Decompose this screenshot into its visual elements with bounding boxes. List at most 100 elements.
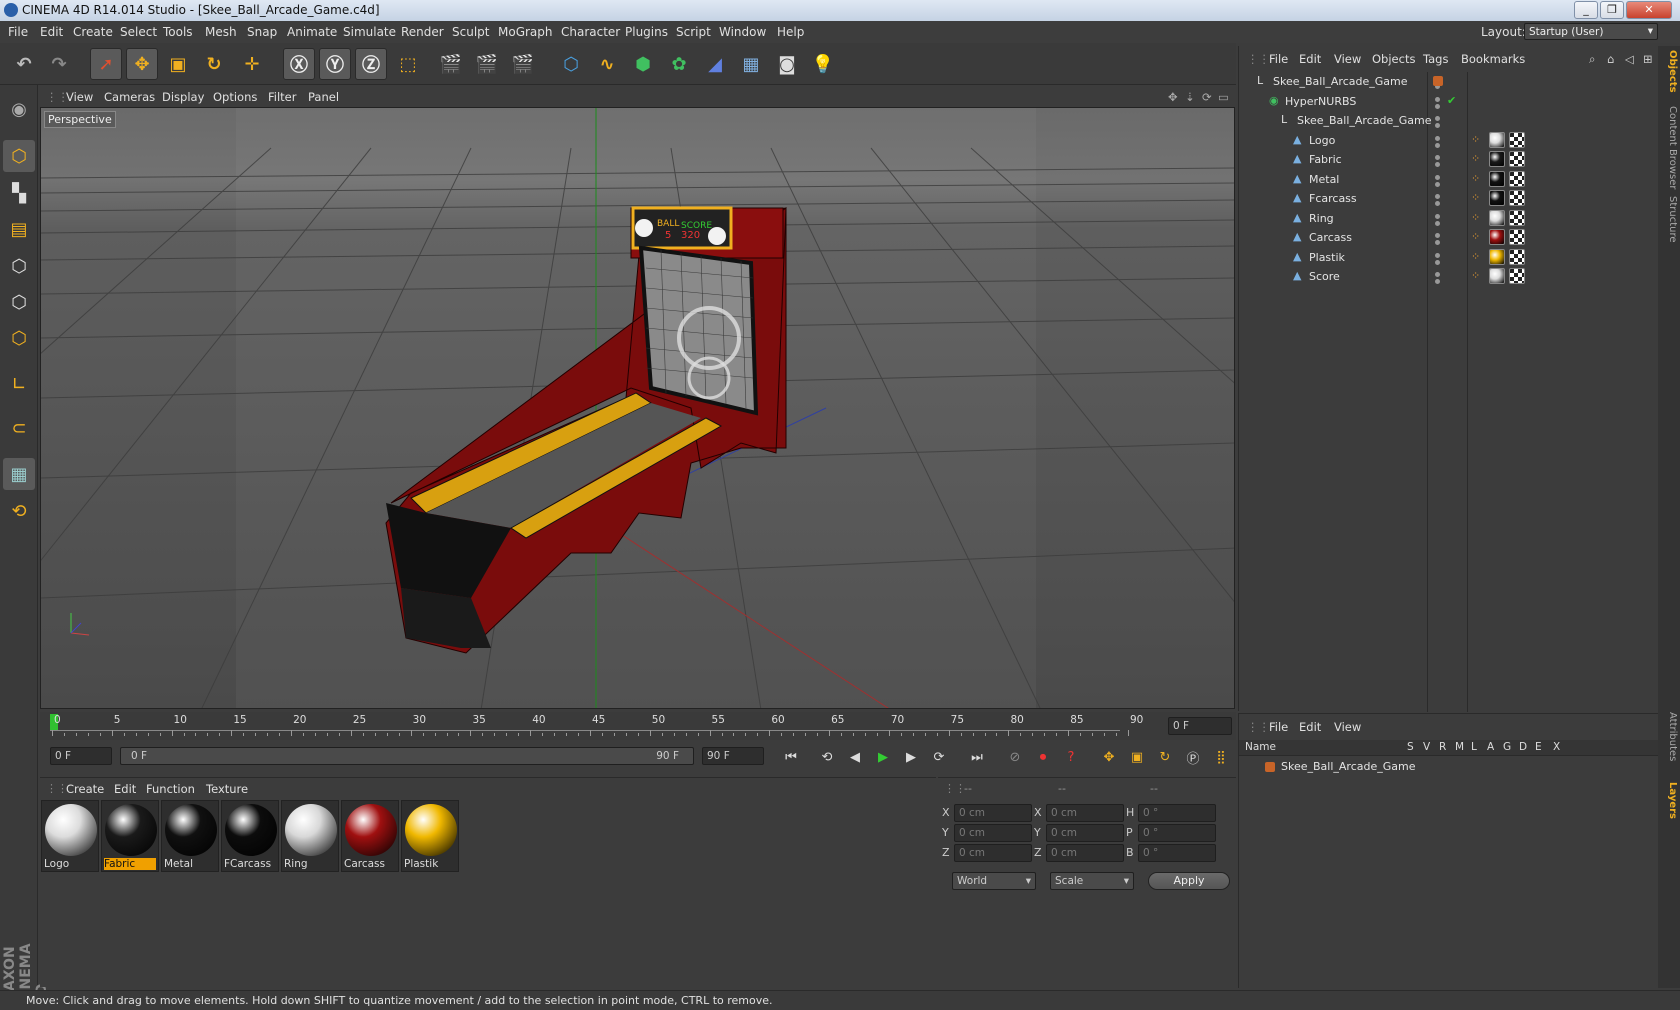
floor-icon[interactable]: ▦ <box>735 48 767 80</box>
viewport-menu-display[interactable]: Display <box>162 90 204 104</box>
uvw-tag-icon[interactable] <box>1509 248 1525 265</box>
uvw-tag-icon[interactable] <box>1509 190 1525 206</box>
key-rotation-icon[interactable]: ↻ <box>1154 746 1176 768</box>
layer-menu-edit[interactable]: Edit <box>1299 720 1321 734</box>
object-menu-tags[interactable]: Tags <box>1423 52 1448 66</box>
material-tag-icon[interactable] <box>1489 248 1505 265</box>
previous-frame-icon[interactable]: ◀ <box>844 746 866 768</box>
visibility-dot-render[interactable] <box>1435 240 1440 245</box>
axis-mode-icon[interactable]: ∟ <box>3 368 35 400</box>
coordinate-system-icon[interactable]: ⬚ <box>392 48 424 80</box>
coord-value-field[interactable]: 0 cm <box>1046 824 1124 842</box>
tab-objects[interactable]: Objects <box>1660 50 1678 93</box>
layer-column-header[interactable]: M <box>1455 741 1464 753</box>
visibility-dot-editor[interactable] <box>1435 252 1440 258</box>
visibility-dot-render[interactable] <box>1435 181 1440 187</box>
phong-tag-icon[interactable]: ⁘ <box>1471 172 1480 185</box>
coord-value-field[interactable]: 0 ° <box>1138 844 1216 862</box>
layout-select[interactable]: Startup (User) ▾ <box>1524 23 1658 40</box>
visibility-dot-editor[interactable] <box>1435 116 1440 121</box>
tab-attributes[interactable]: Attributes <box>1660 712 1678 761</box>
layer-column-header[interactable]: G <box>1503 741 1511 753</box>
coord-value-field[interactable]: 0 cm <box>954 804 1032 822</box>
object-row[interactable]: L Skee_Ball_Arcade_Game <box>1239 72 1659 92</box>
visibility-dot-editor[interactable] <box>1435 96 1440 102</box>
z-axis-icon[interactable]: Ⓩ <box>355 48 387 80</box>
object-menu-edit[interactable]: Edit <box>1299 52 1321 66</box>
autokeying-icon[interactable]: ⏺ <box>1032 746 1054 768</box>
rotate-icon[interactable]: ↻ <box>198 48 230 80</box>
menu-mograph[interactable]: MoGraph <box>498 25 553 39</box>
coord-value-field[interactable]: 0 ° <box>1138 824 1216 842</box>
phong-tag-icon[interactable]: ⁘ <box>1471 133 1480 146</box>
coord-value-field[interactable]: 0 ° <box>1138 804 1216 822</box>
phong-tag-icon[interactable]: ⁘ <box>1471 230 1480 243</box>
points-mode-icon[interactable]: ⬡ <box>3 250 35 282</box>
menu-help[interactable]: Help <box>777 25 804 39</box>
live-select-icon[interactable]: ➚ <box>90 48 122 80</box>
end-frame-field[interactable]: 90 F <box>702 747 764 765</box>
viewport-rotate-icon[interactable]: ⟳ <box>1202 90 1212 104</box>
material-tag-icon[interactable] <box>1489 209 1505 226</box>
visibility-dot-render[interactable] <box>1435 103 1440 109</box>
deformer-icon[interactable]: ◢ <box>699 48 731 80</box>
planar-workplane-icon[interactable]: ⟲ <box>3 495 35 527</box>
light-icon[interactable]: 💡 <box>807 48 839 80</box>
visibility-dot-render[interactable] <box>1435 220 1440 226</box>
phong-tag-icon[interactable]: ⁘ <box>1471 250 1480 263</box>
material-tag-icon[interactable] <box>1489 229 1505 245</box>
uvw-tag-icon[interactable] <box>1509 209 1525 226</box>
object-row[interactable]: ▲ Metal ⁘ <box>1239 170 1659 190</box>
material-menu-texture[interactable]: Texture <box>206 782 248 796</box>
render-view-icon[interactable]: 🎬 <box>435 48 467 80</box>
viewport-maximize-icon[interactable]: ▭ <box>1218 90 1229 104</box>
material-tag-icon[interactable] <box>1489 190 1505 206</box>
tab-layers[interactable]: Layers <box>1660 782 1678 819</box>
object-row[interactable]: ▲ Score ⁘ <box>1239 267 1659 287</box>
menu-tools[interactable]: Tools <box>163 25 193 39</box>
material-tag-icon[interactable] <box>1489 170 1505 187</box>
material-tag-icon[interactable] <box>1489 131 1505 148</box>
uvw-tag-icon[interactable] <box>1509 131 1525 148</box>
visibility-dot-editor[interactable] <box>1435 213 1440 219</box>
material-swatch[interactable]: Logo <box>41 800 99 872</box>
material-swatch[interactable]: Ring <box>281 800 339 872</box>
layer-column-header[interactable]: Name <box>1245 741 1276 753</box>
visibility-dot-editor[interactable] <box>1435 174 1440 180</box>
material-menu-edit[interactable]: Edit <box>114 782 136 796</box>
frame-range-slider[interactable]: 0 F 90 F <box>120 747 694 765</box>
visibility-dot-editor[interactable] <box>1435 155 1440 160</box>
enabled-check-icon[interactable]: ✔ <box>1447 94 1456 107</box>
object-menu-file[interactable]: File <box>1269 52 1288 66</box>
menu-snap[interactable]: Snap <box>247 25 277 39</box>
snap-magnet-icon[interactable]: ⊂ <box>3 412 35 444</box>
layer-column-header[interactable]: V <box>1423 741 1430 753</box>
start-frame-field[interactable]: 0 F <box>50 747 112 765</box>
scale-mode-select[interactable]: Scale ▾ <box>1050 872 1134 890</box>
visibility-dot-render[interactable] <box>1435 142 1440 148</box>
layer-menu-file[interactable]: File <box>1269 720 1288 734</box>
viewport-menu-view[interactable]: View <box>66 90 93 104</box>
coordinate-mode-select[interactable]: World ▾ <box>952 872 1036 890</box>
workplane-icon[interactable]: ▤ <box>3 213 35 245</box>
layer-row[interactable]: Skee_Ball_Arcade_Game <box>1239 758 1659 776</box>
tab-content-browser[interactable]: Content Browser <box>1660 106 1678 189</box>
menu-script[interactable]: Script <box>676 25 711 39</box>
object-row[interactable]: ▲ Carcass ⁘ <box>1239 228 1659 248</box>
cube-icon[interactable]: ⬡ <box>555 48 587 80</box>
menu-character[interactable]: Character <box>561 25 620 39</box>
maximize-button[interactable]: ❐ <box>1600 1 1624 19</box>
object-row[interactable]: ▲ Ring ⁘ <box>1239 209 1659 229</box>
minimize-button[interactable]: _ <box>1574 1 1598 19</box>
menu-mesh[interactable]: Mesh <box>205 25 237 39</box>
layer-column-header[interactable]: D <box>1519 741 1527 753</box>
menu-select[interactable]: Select <box>120 25 157 39</box>
coord-value-field[interactable]: 0 cm <box>1046 844 1124 862</box>
material-swatch[interactable]: FCarcass <box>221 800 279 872</box>
perspective-viewport[interactable]: BALL SCORE 5 320 Perspective <box>40 107 1235 709</box>
menu-simulate[interactable]: Simulate <box>343 25 396 39</box>
go-to-end-icon[interactable]: ⏭ <box>966 746 988 768</box>
material-swatch[interactable]: Carcass <box>341 800 399 872</box>
up-icon[interactable]: ◁ <box>1625 52 1634 66</box>
scale-icon[interactable]: ▣ <box>162 48 194 80</box>
